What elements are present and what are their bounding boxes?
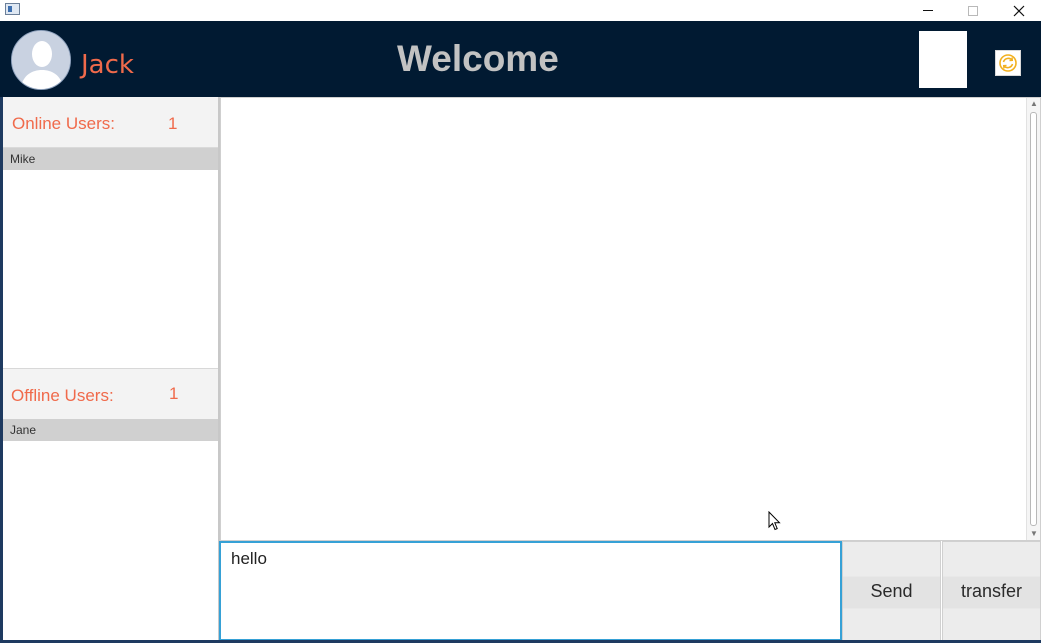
offline-user-item[interactable]: Jane: [3, 419, 218, 441]
offline-users-label: Offline Users:: [11, 386, 114, 405]
maximize-icon[interactable]: [950, 0, 996, 21]
online-users-count: 1: [168, 114, 178, 133]
page-title: Welcome: [397, 38, 559, 79]
chat-scrollbar[interactable]: ▲ ▼: [1026, 98, 1040, 540]
minimize-icon[interactable]: [905, 0, 951, 21]
online-user-item[interactable]: Mike: [3, 148, 218, 170]
offline-users-list: Jane: [3, 419, 218, 643]
scroll-down-icon[interactable]: ▼: [1029, 529, 1039, 539]
online-users-label: Online Users:: [12, 114, 115, 133]
scroll-thumb[interactable]: [1030, 112, 1037, 526]
window-titlebar: [0, 0, 1041, 21]
users-sidebar: Online Users: 1 Mike Offline Users: 1 Ja…: [0, 97, 220, 643]
status-panel: [919, 31, 967, 88]
chat-messages-area[interactable]: ▲ ▼: [220, 97, 1041, 541]
offline-users-count: 1: [169, 384, 179, 403]
user-avatar-icon[interactable]: [11, 30, 71, 90]
chat-header: Jack Welcome: [0, 21, 1041, 97]
app-icon: [5, 3, 20, 15]
online-users-header: Online Users: 1: [3, 97, 218, 147]
current-username: Jack: [81, 50, 134, 80]
offline-users-header: Offline Users: 1: [3, 369, 218, 419]
scroll-up-icon[interactable]: ▲: [1029, 99, 1039, 109]
transfer-button[interactable]: transfer: [942, 541, 1041, 641]
message-input[interactable]: [219, 541, 842, 641]
send-button[interactable]: Send: [842, 541, 941, 641]
mouse-pointer-icon: [768, 511, 781, 531]
refresh-icon[interactable]: [995, 50, 1021, 76]
online-users-list: Mike: [3, 147, 218, 369]
close-icon[interactable]: [996, 0, 1041, 21]
